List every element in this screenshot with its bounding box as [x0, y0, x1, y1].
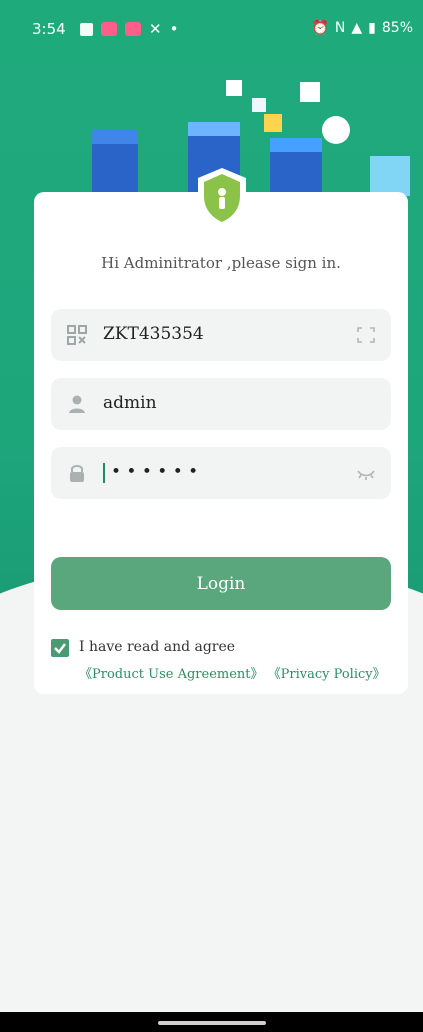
server-id-field[interactable]: ZKT435354 — [51, 309, 391, 361]
missed-call-icon: ✕ — [149, 20, 162, 38]
agreement-area: I have read and agree 《Product Use Agree… — [51, 639, 391, 689]
password-value: • • • • • • — [103, 462, 198, 483]
server-id-value: ZKT435354 — [103, 324, 204, 344]
system-status: ⏰ N ▲ ▮ 85% — [311, 20, 413, 36]
app-icon — [101, 22, 117, 36]
agreement-text: I have read and agree — [79, 639, 236, 655]
lock-icon — [70, 465, 84, 482]
agreement-checkbox[interactable] — [51, 639, 69, 657]
app-icon-2 — [125, 22, 141, 36]
check-icon — [54, 643, 66, 654]
battery-percent: 85% — [381, 20, 413, 36]
message-icon — [80, 22, 93, 36]
alarm-icon: ⏰ — [311, 20, 329, 36]
signal-icon: ▲ — [351, 20, 363, 36]
greeting-text: Hi Adminitrator ,please sign in. — [101, 254, 341, 272]
privacy-policy-link[interactable]: 《Privacy Policy》 — [268, 667, 386, 682]
qr-code-icon — [67, 325, 87, 345]
product-agreement-link[interactable]: 《Product Use Agreement》 — [79, 667, 264, 682]
dot-icon: • — [169, 20, 179, 38]
scan-icon[interactable] — [357, 327, 375, 343]
notification-icons: ✕ • — [80, 20, 178, 38]
text-caret — [103, 462, 105, 483]
username-field[interactable]: admin — [51, 378, 391, 430]
login-button[interactable]: Login — [51, 557, 391, 610]
eye-closed-icon[interactable] — [357, 465, 375, 481]
shield-logo-icon — [198, 168, 246, 228]
battery-icon: ▮ — [368, 20, 376, 36]
user-icon — [69, 395, 85, 413]
password-field[interactable]: • • • • • • — [51, 447, 391, 499]
login-screen: 3:54 ✕ • ⏰ N ▲ ▮ 85% Hi Adminitrator ,pl… — [0, 0, 423, 1032]
status-time: 3:54 — [32, 20, 66, 38]
login-card: Hi Adminitrator ,please sign in. ZKT4353… — [34, 192, 408, 694]
username-value: admin — [103, 393, 157, 413]
nfc-icon: N — [334, 20, 346, 36]
agreement-links: 《Product Use Agreement》 《Privacy Policy》 — [79, 663, 386, 682]
home-indicator[interactable] — [158, 1021, 266, 1025]
password-dots: • • • • • • — [111, 462, 199, 482]
status-bar: 3:54 ✕ • ⏰ N ▲ ▮ 85% — [0, 0, 423, 56]
